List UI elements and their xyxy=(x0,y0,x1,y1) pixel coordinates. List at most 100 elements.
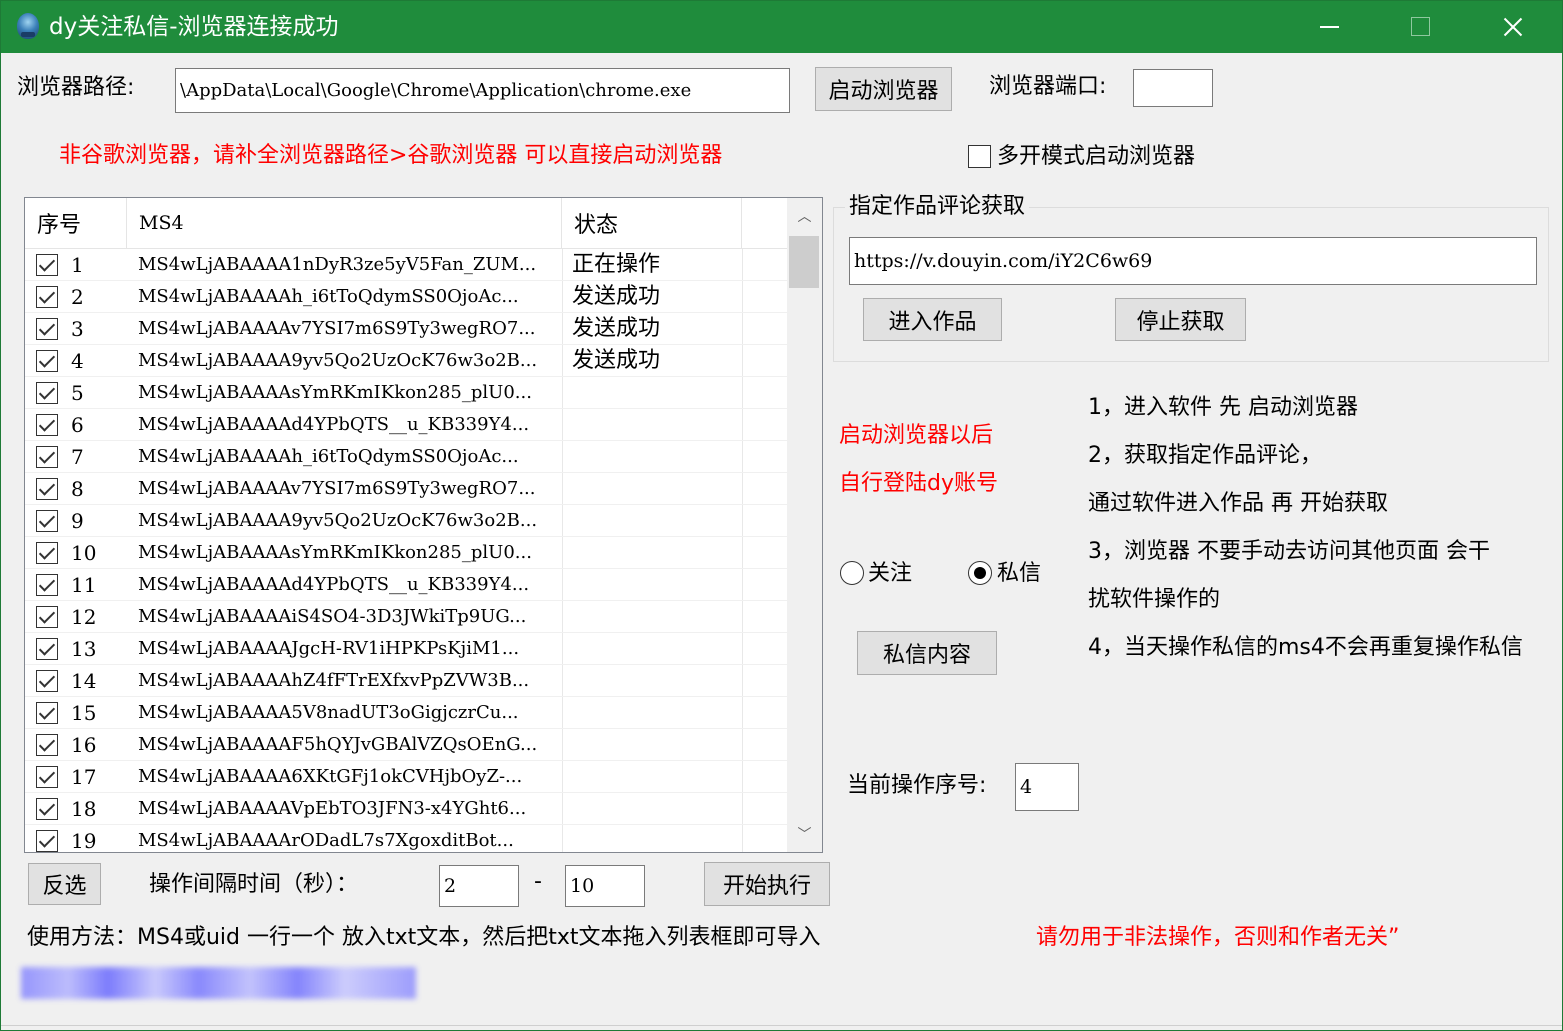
row-checkbox[interactable] xyxy=(36,734,58,756)
enter-work-button[interactable]: 进入作品 xyxy=(863,298,1002,341)
column-divider xyxy=(562,665,563,697)
app-logo-icon xyxy=(17,13,39,39)
row-index: 3 xyxy=(71,317,84,341)
row-index: 2 xyxy=(71,285,84,309)
table-row[interactable]: 7 MS4wLjABAAAAh_i6tToQdymSS0OjoAc... xyxy=(25,441,787,473)
column-divider xyxy=(562,793,563,825)
table-row[interactable]: 11 MS4wLjABAAAAd4YPbQTS__u_KB339Y4... xyxy=(25,569,787,601)
column-header-status[interactable]: 状态 xyxy=(562,198,742,248)
table-row[interactable]: 12 MS4wLjABAAAAiS4SO4-3D3JWkiTp9UG... xyxy=(25,601,787,633)
browser-hint: 非谷歌浏览器，请补全浏览器路径>谷歌浏览器 可以直接启动浏览器 xyxy=(59,143,723,168)
column-divider xyxy=(742,825,743,852)
column-header-ms4[interactable]: MS4 xyxy=(127,198,562,248)
current-index-input[interactable] xyxy=(1015,763,1079,811)
table-row[interactable]: 8 MS4wLjABAAAAv7YSI7m6S9Ty3wegRO7... xyxy=(25,473,787,505)
launch-browser-button[interactable]: 启动浏览器 xyxy=(815,67,952,111)
row-status: 发送成功 xyxy=(572,316,661,341)
maximize-icon[interactable] xyxy=(1375,1,1467,53)
login-note-line2: 自行登陆dy账号 xyxy=(839,471,998,496)
list-scrollbar[interactable]: ︿ ﹀ xyxy=(787,198,822,852)
row-checkbox[interactable] xyxy=(36,606,58,628)
invert-selection-button[interactable]: 反选 xyxy=(28,863,101,905)
row-ms4: MS4wLjABAAAAh_i6tToQdymSS0OjoAc... xyxy=(138,446,519,467)
browser-port-label: 浏览器端口: xyxy=(989,74,1107,99)
column-divider xyxy=(562,409,563,441)
row-ms4: MS4wLjABAAAAF5hQYJvGBAlVZQsOEnG... xyxy=(138,734,538,755)
column-divider xyxy=(742,473,743,505)
row-ms4: MS4wLjABAAAA9yv5Qo2UzOcK76w3o2B... xyxy=(138,350,538,371)
table-row[interactable]: 1 MS4wLjABAAAA1nDyR3ze5yV5Fan_ZUM... 正在操作 xyxy=(25,249,787,281)
row-checkbox[interactable] xyxy=(36,574,58,596)
row-checkbox[interactable] xyxy=(36,510,58,532)
column-divider xyxy=(742,793,743,825)
user-list[interactable]: 序号 MS4 状态 1 MS4wLjABAAAA1nDyR3ze5yV5Fan_Z… xyxy=(24,197,823,853)
row-checkbox[interactable] xyxy=(36,766,58,788)
table-row[interactable]: 3 MS4wLjABAAAAv7YSI7m6S9Ty3wegRO7... 发送成功 xyxy=(25,313,787,345)
table-row[interactable]: 17 MS4wLjABAAAA6XKtGFj1okCVHjbOyZ-... xyxy=(25,761,787,793)
row-checkbox[interactable] xyxy=(36,542,58,564)
row-ms4: MS4wLjABAAAAiS4SO4-3D3JWkiTp9UG... xyxy=(138,606,527,627)
table-row[interactable]: 4 MS4wLjABAAAA9yv5Qo2UzOcK76w3o2B... 发送成功 xyxy=(25,345,787,377)
table-row[interactable]: 13 MS4wLjABAAAAJgcH-RV1iHPKPsKjiM1... xyxy=(25,633,787,665)
minimize-icon[interactable] xyxy=(1283,1,1375,53)
interval-max-input[interactable] xyxy=(565,865,645,907)
close-icon[interactable] xyxy=(1467,1,1559,53)
row-checkbox[interactable] xyxy=(36,414,58,436)
login-note-line1: 启动浏览器以后 xyxy=(839,423,994,448)
column-divider xyxy=(742,377,743,409)
blurred-link[interactable] xyxy=(21,967,416,999)
follow-radio-label: 关注 xyxy=(868,561,913,586)
row-checkbox[interactable] xyxy=(36,478,58,500)
row-index: 11 xyxy=(71,573,97,597)
app-window: dy关注私信-浏览器连接成功 浏览器路径: 启动浏览器 浏览器端口: 非谷歌浏览… xyxy=(0,0,1563,1031)
stop-fetch-button[interactable]: 停止获取 xyxy=(1115,298,1246,341)
scroll-up-icon[interactable]: ︿ xyxy=(787,198,822,234)
row-checkbox[interactable] xyxy=(36,670,58,692)
table-row[interactable]: 15 MS4wLjABAAAA5V8nadUT3oGigjczrCu... xyxy=(25,697,787,729)
message-radio[interactable] xyxy=(968,561,992,585)
row-checkbox[interactable] xyxy=(36,638,58,660)
multi-open-checkbox[interactable] xyxy=(968,145,991,168)
row-index: 5 xyxy=(71,381,84,405)
message-content-button[interactable]: 私信内容 xyxy=(857,631,997,675)
row-checkbox[interactable] xyxy=(36,254,58,276)
table-row[interactable]: 2 MS4wLjABAAAAh_i6tToQdymSS0OjoAc... 发送成功 xyxy=(25,281,787,313)
follow-radio[interactable] xyxy=(840,561,864,585)
row-checkbox[interactable] xyxy=(36,286,58,308)
table-row[interactable]: 6 MS4wLjABAAAAd4YPbQTS__u_KB339Y4... xyxy=(25,409,787,441)
start-execute-button[interactable]: 开始执行 xyxy=(704,862,830,906)
table-row[interactable]: 18 MS4wLjABAAAAVpEbTO3JFN3-x4YGht6... xyxy=(25,793,787,825)
row-checkbox[interactable] xyxy=(36,830,58,852)
column-divider xyxy=(742,281,743,313)
work-url-input[interactable] xyxy=(849,237,1537,285)
row-checkbox[interactable] xyxy=(36,318,58,340)
row-index: 17 xyxy=(71,765,97,789)
table-row[interactable]: 10 MS4wLjABAAAAsYmRKmIKkon285_plU0... xyxy=(25,537,787,569)
row-index: 14 xyxy=(71,669,97,693)
column-header-index[interactable]: 序号 xyxy=(25,198,127,248)
column-divider xyxy=(562,729,563,761)
row-checkbox[interactable] xyxy=(36,382,58,404)
table-row[interactable]: 19 MS4wLjABAAAArODadL7s7XgoxditBot... xyxy=(25,825,787,853)
column-divider xyxy=(742,409,743,441)
row-checkbox[interactable] xyxy=(36,446,58,468)
scroll-down-icon[interactable]: ﹀ xyxy=(787,816,822,852)
column-divider xyxy=(562,249,563,281)
scroll-thumb[interactable] xyxy=(789,236,819,288)
row-ms4: MS4wLjABAAAAd4YPbQTS__u_KB339Y4... xyxy=(138,574,530,595)
column-divider xyxy=(562,281,563,313)
row-checkbox[interactable] xyxy=(36,702,58,724)
table-row[interactable]: 14 MS4wLjABAAAAhZ4fFTrEXfxvPpZVW3B... xyxy=(25,665,787,697)
table-row[interactable]: 16 MS4wLjABAAAAF5hQYJvGBAlVZQsOEnG... xyxy=(25,729,787,761)
browser-port-input[interactable] xyxy=(1133,69,1213,107)
row-checkbox[interactable] xyxy=(36,798,58,820)
row-checkbox[interactable] xyxy=(36,350,58,372)
table-row[interactable]: 9 MS4wLjABAAAA9yv5Qo2UzOcK76w3o2B... xyxy=(25,505,787,537)
table-row[interactable]: 5 MS4wLjABAAAAsYmRKmIKkon285_plU0... xyxy=(25,377,787,409)
row-index: 19 xyxy=(71,829,97,853)
interval-min-input[interactable] xyxy=(439,865,519,907)
column-divider xyxy=(562,697,563,729)
browser-path-input[interactable] xyxy=(175,68,790,113)
column-divider xyxy=(742,345,743,377)
title-bar: dy关注私信-浏览器连接成功 xyxy=(1,1,1562,53)
